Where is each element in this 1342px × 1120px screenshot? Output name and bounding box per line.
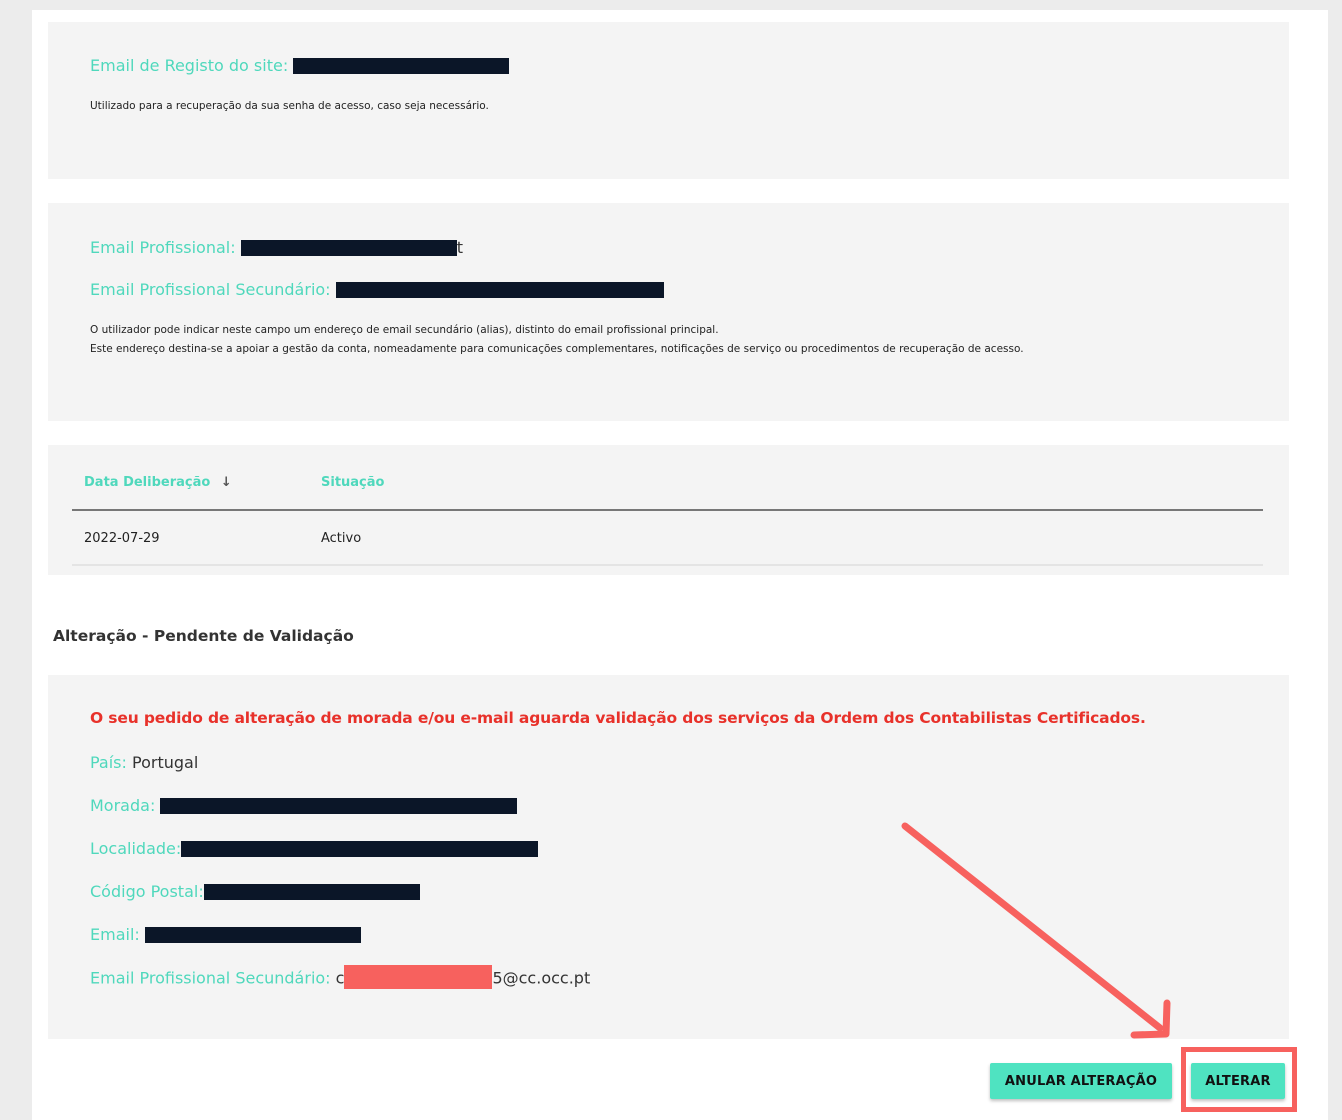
email-secundario-pendente-field: Email Profissional Secundário: c 5@cc.occ… [90, 965, 591, 991]
column-header-data[interactable]: Data Deliberação ↓ [84, 475, 232, 490]
sort-down-icon: ↓ [220, 475, 232, 490]
cell-situacao: Activo [321, 531, 362, 546]
localidade-label: Localidade: [90, 839, 182, 858]
redacted-email [240, 239, 457, 256]
email-secundario-label: Email Profissional Secundário: [90, 280, 331, 299]
codigo-postal-field: Código Postal: [90, 882, 420, 901]
pendente-panel: O seu pedido de alteração de morada e/ou… [48, 675, 1289, 1039]
redacted-email-highlight [344, 965, 493, 989]
redacted-codigo-postal [203, 883, 420, 900]
registo-email-label: Email de Registo do site: [90, 56, 289, 75]
cell-data: 2022-07-29 [84, 531, 160, 546]
pending-warning-message: O seu pedido de alteração de morada e/ou… [90, 709, 1146, 727]
email-field: Email: [90, 925, 361, 944]
codigo-postal-label: Código Postal: [90, 882, 204, 901]
email-profissional-suffix: t [456, 238, 463, 257]
column-header-situacao[interactable]: Situação [321, 475, 384, 490]
column-header-data-label: Data Deliberação [84, 475, 211, 490]
pais-field: País: Portugal [90, 753, 198, 772]
email-profissional-field: Email Profissional: t [90, 238, 463, 257]
email-label: Email: [90, 925, 140, 944]
deliberacao-table: Data Deliberação ↓ Situação 2022-07-29 A… [48, 445, 1289, 575]
redacted-email [293, 57, 510, 74]
registo-note: Utilizado para a recuperação da sua senh… [90, 100, 489, 112]
profissional-panel: Email Profissional: t Email Profissional… [48, 203, 1289, 421]
alterar-button[interactable]: ALTERAR [1191, 1063, 1285, 1099]
localidade-field: Localidade: [90, 839, 539, 858]
email-secundario-suffix: 5@cc.occ.pt [492, 968, 591, 988]
email-profissional-label: Email Profissional: [90, 238, 236, 257]
redacted-localidade [181, 840, 539, 857]
table-header-divider [72, 509, 1263, 511]
pais-label: País: [90, 753, 127, 772]
email-secundario-field: Email Profissional Secundário: [90, 280, 664, 299]
morada-label: Morada: [90, 796, 156, 815]
redacted-email [335, 281, 664, 298]
pais-value: Portugal [132, 753, 199, 772]
registo-panel: Email de Registo do site: Utilizado para… [48, 22, 1289, 179]
morada-field: Morada: [90, 796, 518, 815]
redacted-morada [160, 797, 518, 814]
registo-email-field: Email de Registo do site: [90, 56, 510, 75]
anular-alteracao-button[interactable]: ANULAR ALTERAÇÃO [990, 1063, 1172, 1099]
secundario-note-line1: O utilizador pode indicar neste campo um… [90, 324, 719, 336]
pendente-section-title: Alteração - Pendente de Validação [53, 627, 354, 645]
secundario-note-line2: Este endereço destina-se a apoiar a gest… [90, 343, 1024, 355]
table-row: 2022-07-29 Activo [72, 512, 1263, 566]
email-secundario-prefix: c [335, 968, 345, 988]
email-secundario-pendente-label: Email Profissional Secundário: [90, 968, 331, 988]
redacted-email [144, 926, 361, 943]
